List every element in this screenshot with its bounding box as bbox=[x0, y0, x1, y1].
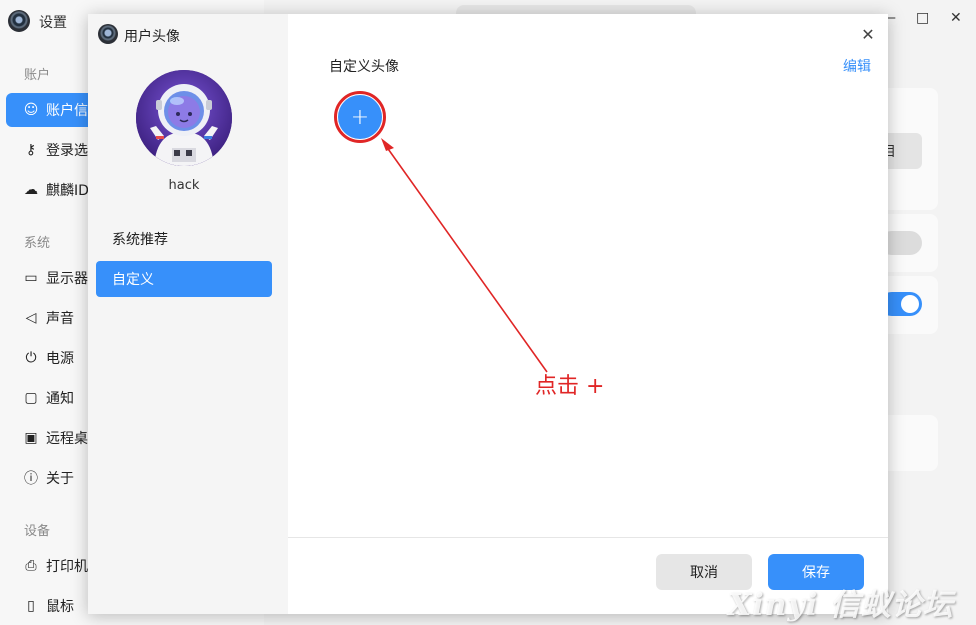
annotation-arrow bbox=[381, 138, 548, 373]
annotation-text: 点击 + bbox=[535, 374, 605, 399]
forum-watermark: Xinyi 信蚁论坛 bbox=[728, 588, 954, 623]
